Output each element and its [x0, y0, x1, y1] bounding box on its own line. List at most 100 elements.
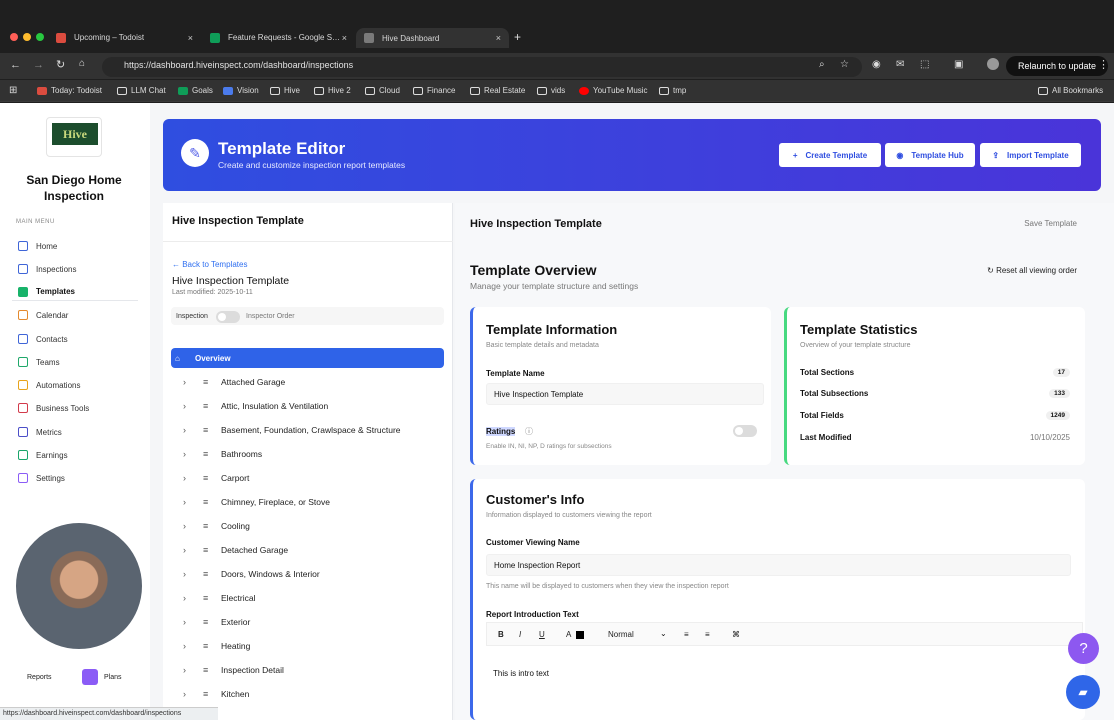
sidebar-item-teams[interactable]: Teams: [12, 353, 138, 371]
extension-icon[interactable]: ◉: [872, 59, 881, 70]
overview-nav-item[interactable]: ⌂ Overview: [171, 348, 444, 368]
text-color-button[interactable]: A: [566, 630, 571, 639]
reports-link[interactable]: Reports: [27, 674, 52, 681]
create-template-button[interactable]: + Create Template: [779, 143, 881, 167]
help-button[interactable]: ?: [1068, 633, 1099, 664]
bookmark-vision[interactable]: Vision: [223, 86, 259, 95]
chevron-right-icon[interactable]: ›: [183, 449, 203, 459]
tab-hive-dashboard[interactable]: Hive Dashboard ×: [356, 28, 509, 48]
url-text[interactable]: https://dashboard.hiveinspect.com/dashbo…: [124, 60, 353, 70]
chevron-right-icon[interactable]: ›: [183, 377, 203, 387]
minimize-window-button[interactable]: [23, 33, 31, 41]
sidebar-item-metrics[interactable]: Metrics: [12, 423, 138, 441]
bookmark-todoist[interactable]: Today: Todoist: [37, 86, 102, 95]
section-item[interactable]: › ≡ Chimney, Fireplace, or Stove: [183, 493, 433, 511]
sidebar-item-business-tools[interactable]: Business Tools: [12, 399, 138, 417]
close-window-button[interactable]: [10, 33, 18, 41]
section-item[interactable]: › ≡ Detached Garage: [183, 541, 433, 559]
tab-todoist[interactable]: Upcoming – Todoist ×: [48, 28, 201, 47]
close-tab-icon[interactable]: ×: [342, 33, 347, 43]
section-item[interactable]: › ≡ Carport: [183, 469, 433, 487]
sidebar-item-calendar[interactable]: Calendar: [12, 306, 138, 324]
template-hub-button[interactable]: ◉ Template Hub: [885, 143, 975, 167]
sidebar-item-templates[interactable]: Templates: [12, 283, 138, 301]
chevron-right-icon[interactable]: ›: [183, 665, 203, 675]
chat-button[interactable]: ▰: [1066, 675, 1100, 709]
order-toggle[interactable]: [216, 311, 240, 323]
chevron-right-icon[interactable]: ›: [183, 497, 203, 507]
relaunch-button[interactable]: Relaunch to update: [1006, 56, 1108, 76]
all-bookmarks[interactable]: All Bookmarks: [1038, 86, 1103, 95]
font-style-dropdown[interactable]: Normal: [608, 630, 634, 639]
sidebar-item-settings[interactable]: Settings: [12, 469, 138, 487]
bookmark-llm-chat[interactable]: LLM Chat: [117, 86, 166, 95]
forward-icon[interactable]: →: [33, 59, 44, 71]
section-item[interactable]: › ≡ Basement, Foundation, Crawlspace & Str…: [183, 421, 433, 439]
bookmark-finance[interactable]: Finance: [413, 86, 455, 95]
section-item[interactable]: › ≡ Heating: [183, 637, 433, 655]
section-item[interactable]: › ≡ Attached Garage: [183, 373, 433, 391]
customer-viewing-name-field[interactable]: Home Inspection Report: [486, 554, 1071, 576]
chevron-down-icon[interactable]: ⌄: [660, 629, 667, 638]
color-swatch[interactable]: [576, 631, 584, 639]
ordered-list-button[interactable]: ≡: [684, 630, 689, 639]
back-icon[interactable]: ←: [10, 59, 21, 71]
tab-feature-requests[interactable]: Feature Requests - Google S… ×: [202, 28, 355, 47]
sidebar-item-contacts[interactable]: Contacts: [12, 330, 138, 348]
sidebar-item-automations[interactable]: Automations: [12, 376, 138, 394]
import-template-button[interactable]: ⇪ Import Template: [980, 143, 1081, 167]
chevron-right-icon[interactable]: ›: [183, 617, 203, 627]
bookmark-hive[interactable]: Hive: [270, 86, 300, 95]
section-item[interactable]: › ≡ Inspection Detail: [183, 661, 433, 679]
plans-link[interactable]: Plans: [82, 669, 122, 685]
bookmark-goals[interactable]: Goals: [178, 86, 213, 95]
ratings-toggle[interactable]: [733, 425, 757, 437]
section-item[interactable]: › ≡ Doors, Windows & Interior: [183, 565, 433, 583]
more-menu-icon[interactable]: ⋮: [1098, 58, 1109, 71]
home-icon[interactable]: ⌂: [79, 58, 85, 69]
maximize-window-button[interactable]: [36, 33, 44, 41]
chevron-right-icon[interactable]: ›: [183, 425, 203, 435]
chevron-right-icon[interactable]: ›: [183, 593, 203, 603]
bold-button[interactable]: B: [498, 630, 504, 639]
section-item[interactable]: › ≡ Cooling: [183, 517, 433, 535]
bookmark-tmp[interactable]: tmp: [659, 86, 686, 95]
close-tab-icon[interactable]: ×: [188, 33, 193, 43]
profile-icon[interactable]: [987, 58, 999, 70]
chevron-right-icon[interactable]: ›: [183, 473, 203, 483]
reload-icon[interactable]: ↻: [56, 58, 65, 71]
chevron-right-icon[interactable]: ›: [183, 569, 203, 579]
chevron-right-icon[interactable]: ›: [183, 545, 203, 555]
italic-button[interactable]: I: [519, 630, 521, 639]
bookmark-real-estate[interactable]: Real Estate: [470, 86, 525, 95]
close-tab-icon[interactable]: ×: [496, 33, 501, 43]
chevron-right-icon[interactable]: ›: [183, 641, 203, 651]
unordered-list-button[interactable]: ≡: [705, 630, 710, 639]
section-item[interactable]: › ≡ Electrical: [183, 589, 433, 607]
new-tab-icon[interactable]: +: [514, 30, 521, 44]
sidebar-item-inspections[interactable]: Inspections: [12, 260, 138, 278]
clear-format-button[interactable]: ⌘: [732, 630, 740, 639]
save-template-button[interactable]: Save Template: [1024, 219, 1077, 228]
section-item[interactable]: › ≡ Bathrooms: [183, 445, 433, 463]
sidebar-item-earnings[interactable]: Earnings: [12, 446, 138, 464]
search-icon[interactable]: ⌕: [819, 59, 825, 70]
apps-icon[interactable]: ⊞: [9, 85, 17, 96]
bookmark-vids[interactable]: vids: [537, 86, 565, 95]
chevron-right-icon[interactable]: ›: [183, 521, 203, 531]
bookmark-hive-2[interactable]: Hive 2: [314, 86, 351, 95]
tab-search-icon[interactable]: ▣: [954, 59, 963, 70]
back-to-templates-link[interactable]: ← Back to Templates: [172, 260, 247, 269]
section-item[interactable]: › ≡ Kitchen: [183, 685, 433, 703]
bookmark-cloud[interactable]: Cloud: [365, 86, 400, 95]
section-item[interactable]: › ≡ Attic, Insulation & Ventilation: [183, 397, 433, 415]
reset-viewing-order-button[interactable]: ↻ Reset all viewing order: [987, 266, 1077, 275]
puzzle-icon[interactable]: ⬚: [920, 59, 929, 70]
section-item[interactable]: › ≡ Exterior: [183, 613, 433, 631]
sidebar-item-home[interactable]: Home: [12, 237, 138, 255]
bookmark-youtube-music[interactable]: YouTube Music: [579, 86, 648, 95]
underline-button[interactable]: U: [539, 630, 545, 639]
template-name-field[interactable]: Hive Inspection Template: [486, 383, 764, 405]
chevron-right-icon[interactable]: ›: [183, 401, 203, 411]
chevron-right-icon[interactable]: ›: [183, 689, 203, 699]
